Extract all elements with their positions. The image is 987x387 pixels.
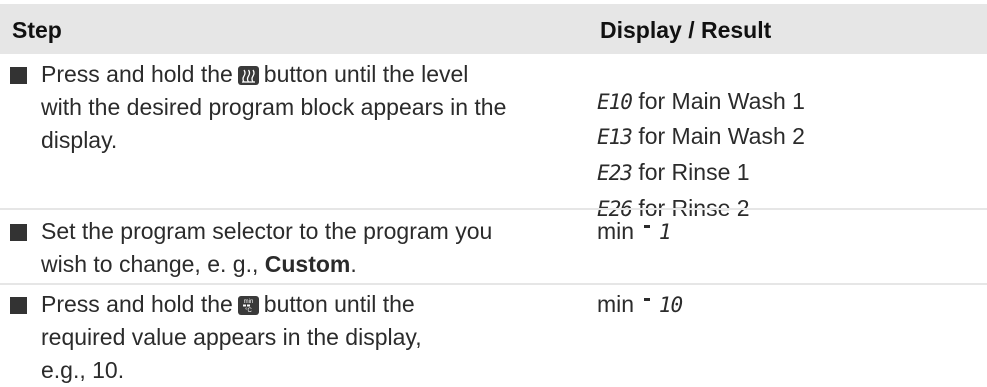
instruction-table: Step Display / Result Press and hold the… bbox=[0, 0, 987, 386]
header-display-result: Display / Result bbox=[600, 17, 772, 43]
step-2-text-a: Set the program selector to the program … bbox=[41, 218, 493, 244]
result-1: E10 for Main Wash 1 bbox=[597, 85, 805, 119]
step-3-text-a: Press and hold the bbox=[41, 291, 233, 317]
result-prefix: min bbox=[597, 291, 635, 317]
result-row-3: min 10 bbox=[597, 288, 683, 322]
step-text-2: Set the program selector to the program … bbox=[41, 215, 601, 281]
step-1-text-d: display. bbox=[41, 127, 118, 153]
step-3-text-b: button until the bbox=[263, 291, 415, 317]
result-row-2: min 1 bbox=[597, 215, 671, 249]
step-3-text-c: required value appears in the display, bbox=[41, 324, 422, 350]
step-2-emphasis: Custom bbox=[264, 251, 351, 277]
result-line-e13: E13 for Main Wash 2 bbox=[597, 120, 805, 154]
bullet-icon bbox=[10, 67, 27, 84]
step-1-text-a: Press and hold the bbox=[41, 61, 233, 87]
display-code: 1 bbox=[658, 220, 672, 244]
step-2-text-c: . bbox=[350, 251, 357, 277]
result-text: for Main Wash 2 bbox=[638, 123, 805, 149]
row-separator bbox=[0, 283, 987, 285]
bullet-icon bbox=[10, 224, 27, 241]
step-2-text-b: wish to change, e. g., bbox=[41, 251, 259, 277]
result-text: for Main Wash 1 bbox=[638, 88, 805, 114]
result-prefix: min bbox=[597, 218, 635, 244]
step-text-1: Press and hold the button until the level… bbox=[41, 58, 601, 157]
min-temp-button-icon: min °C bbox=[237, 296, 259, 315]
svg-text:°C: °C bbox=[245, 308, 252, 314]
display-code: E13 bbox=[597, 125, 633, 149]
display-code: E23 bbox=[597, 161, 633, 185]
table-header: Step Display / Result bbox=[0, 4, 987, 54]
row-separator bbox=[0, 208, 987, 210]
result-3: E23 for Rinse 1 bbox=[597, 156, 750, 190]
step-text-3: Press and hold the min °C button until the … bbox=[41, 288, 601, 387]
result-line-e10: E10 for Main Wash 1 bbox=[597, 85, 805, 119]
bullet-icon bbox=[10, 297, 27, 314]
step-1-text-c: with the desired program block appears i… bbox=[41, 94, 507, 120]
display-code: 10 bbox=[658, 293, 683, 317]
step-3-text-d: e.g., 10. bbox=[41, 357, 125, 383]
heat-button-icon bbox=[237, 66, 259, 85]
result-text: for Rinse 1 bbox=[638, 159, 750, 185]
display-code: E10 bbox=[597, 90, 633, 114]
svg-text:min: min bbox=[243, 299, 253, 305]
header-step: Step bbox=[12, 17, 62, 43]
result-2: E13 for Main Wash 2 bbox=[597, 120, 805, 154]
step-1-text-b: button until the level bbox=[263, 61, 469, 87]
result-line-e23: E23 for Rinse 1 bbox=[597, 156, 750, 190]
